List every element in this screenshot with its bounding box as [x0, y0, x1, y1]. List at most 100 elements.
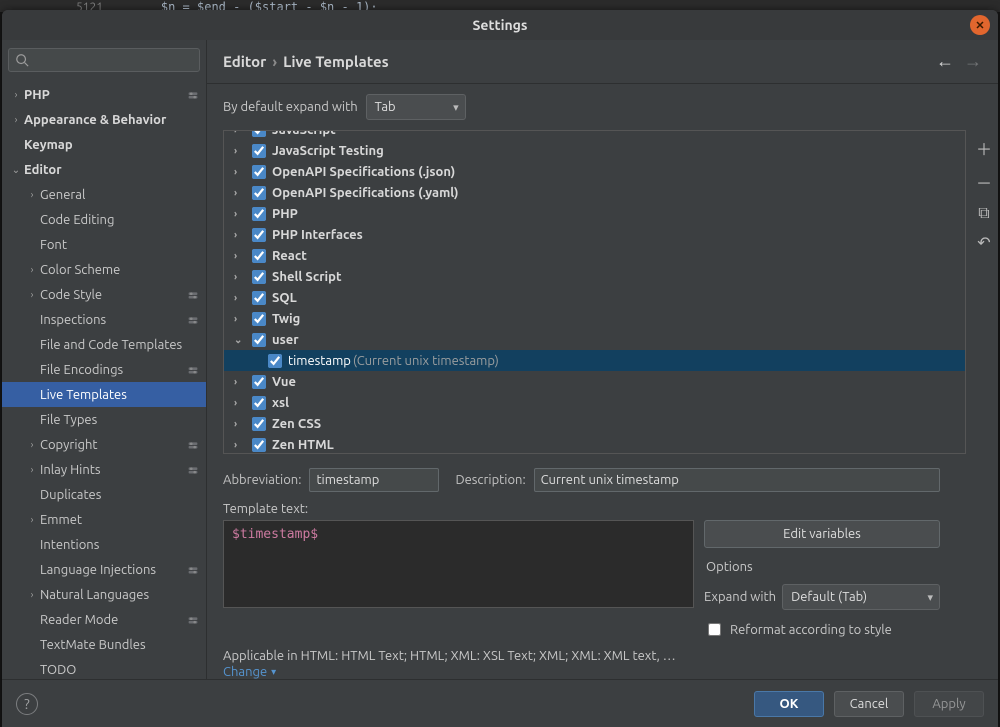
group-checkbox[interactable]: [252, 438, 266, 452]
chevron-icon: ›: [234, 418, 248, 429]
template-group-javascript[interactable]: ›JavaScript: [224, 130, 965, 140]
group-checkbox[interactable]: [252, 291, 266, 305]
template-group-shell-script[interactable]: ›Shell Script: [224, 266, 965, 287]
template-text-editor[interactable]: $timestamp$: [223, 520, 694, 608]
chevron-icon: ›: [24, 439, 40, 450]
remove-template-icon[interactable]: －: [976, 170, 992, 194]
sidebar-item-file-and-code-templates[interactable]: File and Code Templates: [2, 332, 206, 357]
apply-button[interactable]: Apply: [914, 691, 984, 717]
group-checkbox[interactable]: [252, 165, 266, 179]
description-label: Description:: [455, 473, 525, 487]
settings-sidebar: ›PHP›Appearance & BehaviorKeymap⌄Editor›…: [2, 40, 207, 679]
default-expand-select[interactable]: Tab: [366, 94, 466, 120]
template-group-zen-css[interactable]: ›Zen CSS: [224, 413, 965, 434]
chevron-icon: ›: [234, 130, 248, 135]
group-checkbox[interactable]: [252, 417, 266, 431]
copy-template-icon[interactable]: ⧉: [978, 204, 989, 223]
template-group-openapi-specifications-json-[interactable]: ›OpenAPI Specifications (.json): [224, 161, 965, 182]
group-checkbox[interactable]: [252, 270, 266, 284]
ok-button[interactable]: OK: [754, 691, 824, 717]
gear-icon: [186, 88, 200, 102]
sidebar-item-keymap[interactable]: Keymap: [2, 132, 206, 157]
breadcrumb-live-templates: Live Templates: [283, 53, 389, 70]
chevron-icon: ›: [234, 145, 248, 156]
sidebar-item-php[interactable]: ›PHP: [2, 82, 206, 107]
template-group-sql[interactable]: ›SQL: [224, 287, 965, 308]
group-checkbox[interactable]: [252, 207, 266, 221]
sidebar-item-editor[interactable]: ⌄Editor: [2, 157, 206, 182]
breadcrumb-editor[interactable]: Editor: [223, 53, 266, 70]
group-checkbox[interactable]: [252, 333, 266, 347]
template-group-php-interfaces[interactable]: ›PHP Interfaces: [224, 224, 965, 245]
sidebar-item-appearance-behavior[interactable]: ›Appearance & Behavior: [2, 107, 206, 132]
group-checkbox[interactable]: [252, 144, 266, 158]
group-checkbox[interactable]: [252, 228, 266, 242]
settings-tree: ›PHP›Appearance & BehaviorKeymap⌄Editor›…: [2, 78, 206, 679]
template-group-javascript-testing[interactable]: ›JavaScript Testing: [224, 140, 965, 161]
sidebar-item-emmet[interactable]: ›Emmet: [2, 507, 206, 532]
template-text-label: Template text:: [223, 502, 940, 516]
group-checkbox[interactable]: [252, 249, 266, 263]
reformat-checkbox[interactable]: [708, 623, 721, 636]
chevron-icon: ›: [234, 271, 248, 282]
template-group-vue[interactable]: ›Vue: [224, 371, 965, 392]
template-group-twig[interactable]: ›Twig: [224, 308, 965, 329]
abbreviation-input[interactable]: [309, 468, 439, 492]
applicable-contexts: Applicable in HTML: HTML Text; HTML; XML…: [223, 649, 940, 663]
chevron-icon: ›: [234, 208, 248, 219]
group-checkbox[interactable]: [252, 130, 266, 137]
chevron-icon: ⌄: [8, 164, 24, 176]
sidebar-item-inlay-hints[interactable]: ›Inlay Hints: [2, 457, 206, 482]
dialog-footer: ? OK Cancel Apply: [2, 679, 998, 727]
sidebar-item-color-scheme[interactable]: ›Color Scheme: [2, 257, 206, 282]
gear-icon: [186, 438, 200, 452]
add-template-icon[interactable]: ＋: [976, 136, 992, 160]
cancel-button[interactable]: Cancel: [834, 691, 904, 717]
sidebar-item-code-editing[interactable]: Code Editing: [2, 207, 206, 232]
group-checkbox[interactable]: [252, 186, 266, 200]
expand-with-select[interactable]: Default (Tab): [782, 584, 940, 610]
chevron-icon: ›: [8, 89, 24, 100]
edit-variables-button[interactable]: Edit variables: [704, 520, 940, 548]
template-group-openapi-specifications-yaml-[interactable]: ›OpenAPI Specifications (.yaml): [224, 182, 965, 203]
sidebar-item-natural-languages[interactable]: ›Natural Languages: [2, 582, 206, 607]
sidebar-item-textmate-bundles[interactable]: TextMate Bundles: [2, 632, 206, 657]
template-group-xsl[interactable]: ›xsl: [224, 392, 965, 413]
template-group-zen-html[interactable]: ›Zen HTML: [224, 434, 965, 454]
nav-back-icon[interactable]: ←: [936, 51, 954, 72]
sidebar-item-todo[interactable]: TODO: [2, 657, 206, 679]
sidebar-item-intentions[interactable]: Intentions: [2, 532, 206, 557]
revert-icon[interactable]: ↶: [977, 233, 990, 252]
close-icon[interactable]: ✕: [970, 15, 990, 35]
template-group-php[interactable]: ›PHP: [224, 203, 965, 224]
expand-with-label: Expand with: [704, 590, 776, 604]
group-checkbox[interactable]: [252, 375, 266, 389]
group-checkbox[interactable]: [252, 396, 266, 410]
chevron-icon: ›: [24, 514, 40, 525]
template-item-timestamp[interactable]: timestamp (Current unix timestamp): [224, 350, 965, 371]
sidebar-item-inspections[interactable]: Inspections: [2, 307, 206, 332]
sidebar-item-reader-mode[interactable]: Reader Mode: [2, 607, 206, 632]
description-input[interactable]: [534, 468, 940, 492]
search-input[interactable]: [8, 48, 200, 72]
settings-dialog: Settings ✕ ›PHP›Appearance & BehaviorKey…: [2, 10, 998, 727]
group-checkbox[interactable]: [252, 312, 266, 326]
template-group-react[interactable]: ›React: [224, 245, 965, 266]
sidebar-item-general[interactable]: ›General: [2, 182, 206, 207]
sidebar-item-file-types[interactable]: File Types: [2, 407, 206, 432]
chevron-icon: ›: [234, 187, 248, 198]
template-group-user[interactable]: ⌄user: [224, 329, 965, 350]
change-context-link[interactable]: Change: [223, 665, 276, 679]
template-checkbox[interactable]: [268, 354, 282, 368]
sidebar-item-copyright[interactable]: ›Copyright: [2, 432, 206, 457]
sidebar-item-font[interactable]: Font: [2, 232, 206, 257]
sidebar-item-language-injections[interactable]: Language Injections: [2, 557, 206, 582]
reformat-label: Reformat according to style: [730, 623, 892, 637]
sidebar-item-duplicates[interactable]: Duplicates: [2, 482, 206, 507]
sidebar-item-live-templates[interactable]: Live Templates: [2, 382, 206, 407]
help-button[interactable]: ?: [16, 693, 38, 715]
chevron-icon: ›: [234, 313, 248, 324]
sidebar-item-file-encodings[interactable]: File Encodings: [2, 357, 206, 382]
sidebar-item-code-style[interactable]: ›Code Style: [2, 282, 206, 307]
template-group-list[interactable]: ›JavaScript›JavaScript Testing›OpenAPI S…: [223, 130, 966, 454]
